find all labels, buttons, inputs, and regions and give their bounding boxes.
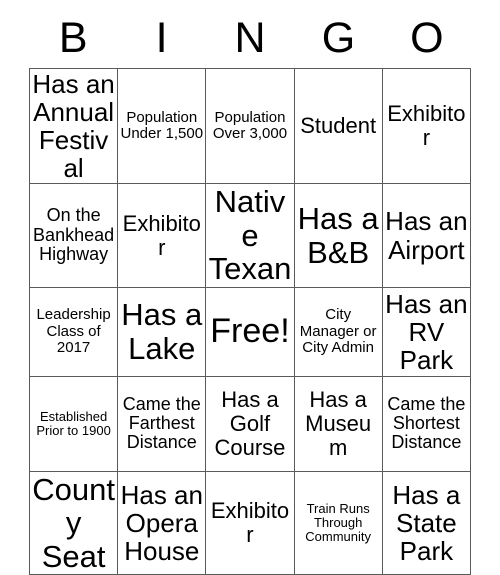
bingo-cell-label: Came the Farthest Distance	[122, 393, 201, 453]
bingo-row: County Seat Has an Opera House Exhibitor…	[28, 470, 472, 575]
bingo-cell-label: Leadership Class of 2017	[36, 306, 111, 356]
bingo-cell-i1[interactable]: Population Under 1,500	[117, 67, 207, 185]
bingo-cell-i3[interactable]: Has a Lake	[117, 286, 207, 377]
bingo-cell-g4[interactable]: Has a Museum	[293, 375, 383, 472]
bingo-cell-label: Established Prior to 1900	[36, 408, 111, 438]
bingo-cell-label: City Manager or City Admin	[299, 306, 377, 356]
bingo-cell-b5[interactable]: County Seat	[28, 470, 119, 575]
bingo-cell-label: Has an Airport	[385, 206, 468, 265]
bingo-cell-label: On the Bankhead Highway	[33, 205, 115, 265]
bingo-cell-b2[interactable]: On the Bankhead Highway	[28, 183, 119, 288]
bingo-cell-n5[interactable]: Exhibitor	[205, 470, 295, 575]
bingo-cell-label: Has a B&B	[297, 201, 379, 270]
bingo-row: Has an Annual Festival Population Under …	[28, 67, 472, 185]
bingo-cell-label: Has a State Park	[392, 479, 461, 566]
bingo-cell-label: Exhibitor	[210, 498, 290, 547]
bingo-cell-label: Has a Museum	[305, 387, 372, 460]
header-letter-g: G	[321, 13, 356, 62]
bingo-cell-label: Population Over 3,000	[212, 108, 288, 143]
bingo-cell-g2[interactable]: Has a B&B	[293, 183, 383, 288]
bingo-cell-i5[interactable]: Has an Opera House	[117, 470, 207, 575]
bingo-cell-g5[interactable]: Train Runs Through Community	[293, 470, 383, 575]
bingo-cell-i2[interactable]: Exhibitor	[117, 183, 207, 288]
bingo-row: Leadership Class of 2017 Has a Lake Free…	[28, 286, 472, 377]
bingo-cell-g1[interactable]: Student	[293, 67, 383, 185]
bingo-cell-label: Has an Opera House	[120, 479, 203, 566]
bingo-cell-b1[interactable]: Has an Annual Festival	[28, 67, 119, 185]
header-letter-i: I	[155, 13, 168, 62]
bingo-cell-b4[interactable]: Established Prior to 1900	[28, 375, 119, 472]
bingo-cell-label: Native Texan	[208, 184, 292, 287]
bingo-grid: Has an Annual Festival Population Under …	[28, 67, 472, 575]
bingo-card: B I N G O Has an Annual Festival Populat…	[28, 8, 472, 575]
bingo-cell-label: Has an Annual Festival	[32, 69, 115, 184]
bingo-cell-label: Has an RV Park	[385, 288, 468, 375]
bingo-cell-label: Exhibitor	[387, 101, 466, 151]
bingo-cell-label: Exhibitor	[122, 210, 201, 260]
bingo-cell-o4[interactable]: Came the Shortest Distance	[381, 375, 472, 472]
bingo-cell-label: Population Under 1,500	[120, 108, 204, 143]
bingo-cell-label: County Seat	[32, 471, 115, 574]
bingo-row: Established Prior to 1900 Came the Farth…	[28, 375, 472, 472]
bingo-cell-label: Has a Lake	[121, 297, 203, 366]
bingo-cell-free[interactable]: Free!	[205, 286, 295, 377]
bingo-cell-o1[interactable]: Exhibitor	[381, 67, 472, 185]
header-letter-n: N	[234, 13, 266, 62]
bingo-cell-o3[interactable]: Has an RV Park	[381, 286, 472, 377]
bingo-cell-n1[interactable]: Population Over 3,000	[205, 67, 295, 185]
bingo-cell-o2[interactable]: Has an Airport	[381, 183, 472, 288]
bingo-cell-n4[interactable]: Has a Golf Course	[205, 375, 295, 472]
bingo-row: On the Bankhead Highway Exhibitor Native…	[28, 183, 472, 288]
bingo-cell-b3[interactable]: Leadership Class of 2017	[28, 286, 119, 377]
bingo-header: B I N G O	[29, 8, 471, 68]
bingo-cell-label: Came the Shortest Distance	[387, 393, 466, 453]
bingo-cell-n2[interactable]: Native Texan	[205, 183, 295, 288]
bingo-cell-i4[interactable]: Came the Farthest Distance	[117, 375, 207, 472]
bingo-cell-label: Has a Golf Course	[214, 387, 286, 460]
bingo-cell-o5[interactable]: Has a State Park	[381, 470, 472, 575]
bingo-cell-label: Train Runs Through Community	[305, 500, 372, 544]
bingo-free-label: Free!	[210, 312, 290, 351]
bingo-cell-label: Student	[300, 113, 377, 139]
header-letter-b: B	[58, 13, 88, 62]
bingo-cell-g3[interactable]: City Manager or City Admin	[293, 286, 383, 377]
header-letter-o: O	[410, 13, 444, 62]
